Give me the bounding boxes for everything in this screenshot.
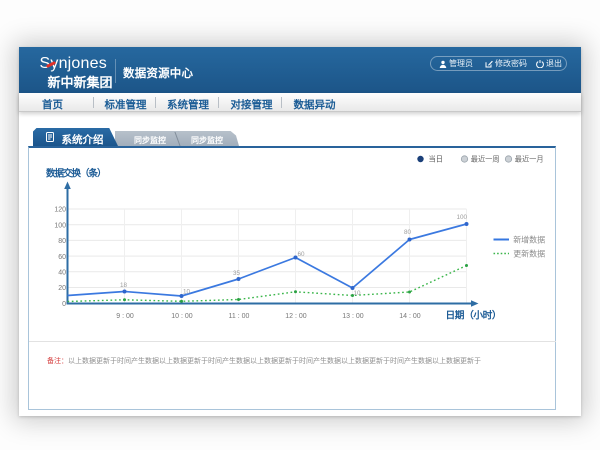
svg-text:80: 80 <box>404 229 412 236</box>
svg-text:新增数据: 新增数据 <box>513 235 545 245</box>
svg-text:35: 35 <box>233 270 241 277</box>
svg-text:80: 80 <box>58 238 66 245</box>
svg-text:18: 18 <box>120 282 128 289</box>
svg-text:9 : 00: 9 : 00 <box>116 313 134 320</box>
svg-text:60: 60 <box>298 251 306 258</box>
svg-text:更新数据: 更新数据 <box>513 249 545 259</box>
svg-text:120: 120 <box>54 207 66 214</box>
svg-text:10: 10 <box>183 289 191 296</box>
svg-text:20: 20 <box>58 285 66 292</box>
svg-text:60: 60 <box>58 254 66 261</box>
svg-text:日期（小时）: 日期（小时） <box>446 309 502 322</box>
svg-text:13 : 00: 13 : 00 <box>342 313 364 320</box>
svg-text:10 : 00: 10 : 00 <box>171 313 193 320</box>
svg-text:数据交换（条）: 数据交换（条） <box>45 168 106 180</box>
svg-text:11 : 00: 11 : 00 <box>229 313 250 320</box>
svg-text:12 : 00: 12 : 00 <box>285 313 307 320</box>
svg-text:当日: 当日 <box>429 155 443 164</box>
svg-text:40: 40 <box>58 270 66 277</box>
svg-text:最近一周: 最近一周 <box>471 155 500 164</box>
svg-text:最近一月: 最近一月 <box>515 155 544 164</box>
svg-text:14 : 00: 14 : 00 <box>399 313 421 320</box>
svg-text:100: 100 <box>54 222 66 229</box>
svg-text:10: 10 <box>354 290 362 297</box>
svg-text:0: 0 <box>62 301 66 308</box>
svg-text:100: 100 <box>457 214 468 221</box>
